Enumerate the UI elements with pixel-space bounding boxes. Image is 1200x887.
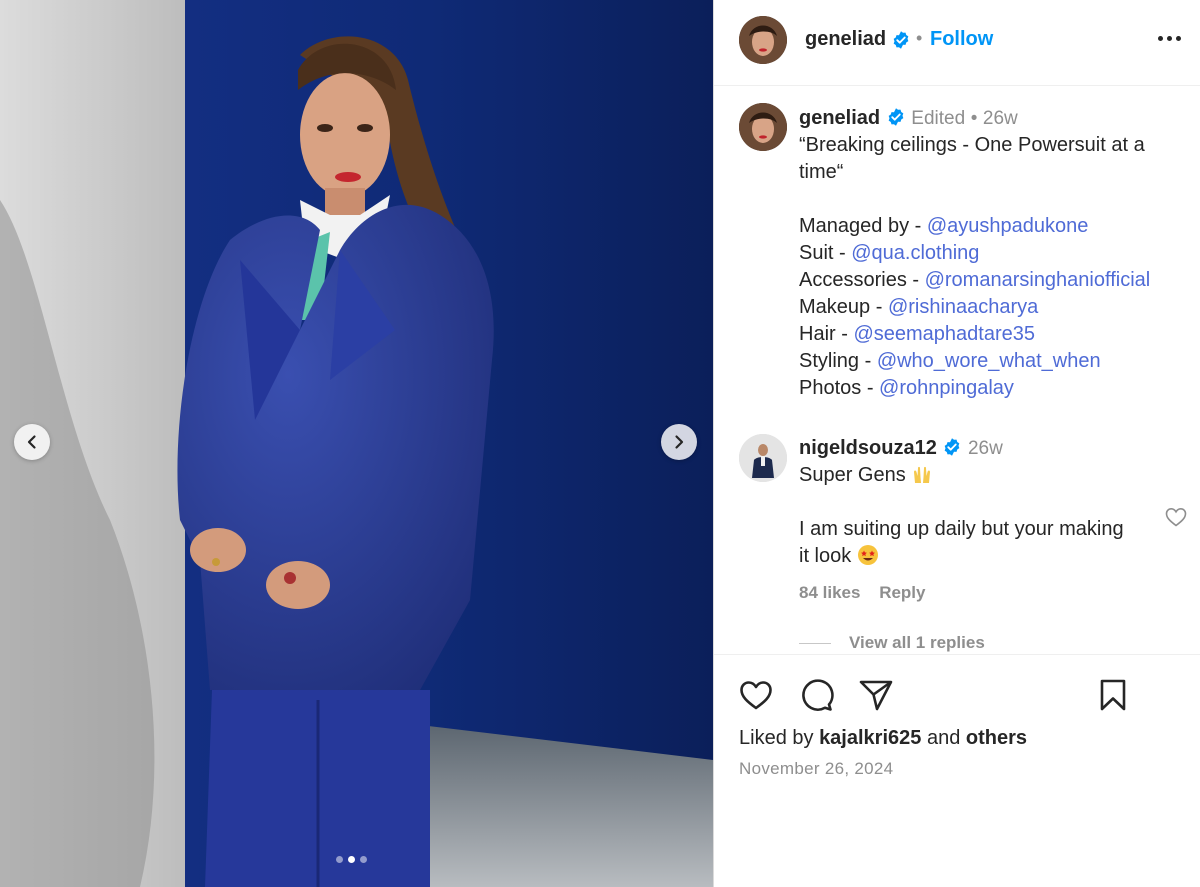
post-photo xyxy=(0,0,713,887)
post-footer: Liked by kajalkri625 and others November… xyxy=(714,654,1200,887)
view-replies-label: View all 1 replies xyxy=(849,633,985,652)
caption-credit-line: Managed by - @ayushpadukone xyxy=(799,213,1179,240)
verified-badge-icon xyxy=(945,438,960,456)
carousel-dot xyxy=(336,856,343,863)
comment-text-line: I am suiting up daily but your making xyxy=(799,518,1124,540)
verified-badge-icon xyxy=(888,108,904,126)
credit-label: Hair - xyxy=(799,323,854,345)
post-date: November 26, 2024 xyxy=(739,759,894,778)
post-caption: geneliad Edited • 26w “Breaking ceilings… xyxy=(799,105,1179,402)
credit-mention-link[interactable]: @seemaphadtare35 xyxy=(853,323,1035,345)
carousel-prev-button[interactable] xyxy=(14,424,50,460)
carousel-next-button[interactable] xyxy=(661,424,697,460)
avatar-image xyxy=(739,103,787,151)
carousel-dot xyxy=(348,856,355,863)
comment-text: it look xyxy=(799,545,852,567)
follow-button[interactable]: Follow xyxy=(930,28,993,51)
carousel-dot xyxy=(360,856,367,863)
post-sidebar: geneliad • Follow geneliad Edited • 26w … xyxy=(713,0,1200,887)
comment-text: Super Gens xyxy=(799,464,906,486)
caption-title-line: time“ xyxy=(799,161,844,183)
raised-hands-emoji-icon xyxy=(914,466,931,483)
comment-actions: 84 likes Reply xyxy=(799,583,939,603)
verified-badge-icon xyxy=(893,31,909,49)
comment-likes-count[interactable]: 84 likes xyxy=(799,583,860,602)
author-avatar[interactable] xyxy=(739,16,787,64)
credit-mention-link[interactable]: @qua.clothing xyxy=(851,242,979,264)
caption-credits: Managed by - @ayushpadukone Suit - @qua.c… xyxy=(799,213,1179,402)
credit-label: Photos - xyxy=(799,377,880,399)
comment-like-heart-icon[interactable] xyxy=(1164,505,1188,529)
chevron-left-icon xyxy=(27,435,36,449)
liked-by-user[interactable]: kajalkri625 xyxy=(819,727,921,749)
carousel-indicator xyxy=(336,856,367,863)
caption-credit-line: Styling - @who_wore_what_when xyxy=(799,348,1179,375)
credit-mention-link[interactable]: @who_wore_what_when xyxy=(877,350,1101,372)
caption-credit-line: Hair - @seemaphadtare35 xyxy=(799,321,1179,348)
post-media[interactable] xyxy=(0,0,713,887)
edited-label: Edited xyxy=(911,108,966,129)
liked-by-prefix: Liked by xyxy=(739,727,814,749)
caption-author[interactable]: geneliad xyxy=(799,107,880,129)
liked-by-and: and xyxy=(926,727,961,749)
star-struck-emoji-icon xyxy=(857,545,878,565)
comment-author[interactable]: nigeldsouza12 xyxy=(799,437,937,459)
caption-credit-line: Photos - @rohnpingalay xyxy=(799,375,1179,402)
comment-text-line: Super Gens xyxy=(799,462,1159,489)
credit-mention-link[interactable]: @ayushpadukone xyxy=(927,215,1089,237)
bookmark-icon[interactable] xyxy=(1095,677,1131,713)
commenter-avatar[interactable] xyxy=(739,434,787,482)
comments-section[interactable]: geneliad Edited • 26w “Breaking ceilings… xyxy=(714,87,1200,654)
more-options-icon[interactable] xyxy=(1158,36,1181,41)
liked-by-summary: Liked by kajalkri625 and others xyxy=(739,727,1027,750)
credit-label: Managed by - xyxy=(799,215,927,237)
separator-dot: • xyxy=(916,28,923,48)
credit-label: Styling - xyxy=(799,350,877,372)
credit-label: Makeup - xyxy=(799,296,888,318)
caption-header: geneliad Edited • 26w xyxy=(799,105,1179,132)
comment-header: nigeldsouza12 26w xyxy=(799,435,1159,462)
comment: nigeldsouza12 26w Super Gens I am suitin… xyxy=(799,435,1159,570)
liked-by-others[interactable]: others xyxy=(966,727,1027,749)
credit-mention-link[interactable]: @rohnpingalay xyxy=(879,377,1014,399)
caption-credit-line: Makeup - @rishinaacharya xyxy=(799,294,1179,321)
comment-spacer xyxy=(799,489,1159,516)
view-replies-button[interactable]: View all 1 replies xyxy=(799,633,985,653)
caption-title-line: “Breaking ceilings - One Powersuit at a xyxy=(799,134,1145,156)
author-username[interactable]: geneliad xyxy=(805,28,886,51)
separator-dot: • xyxy=(970,108,978,129)
caption-credit-line: Suit - @qua.clothing xyxy=(799,240,1179,267)
credit-mention-link[interactable]: @romanarsinghaniofficial xyxy=(925,269,1151,291)
heart-icon[interactable] xyxy=(738,677,774,713)
credit-label: Suit - xyxy=(799,242,852,264)
comment-text-line: it look xyxy=(799,543,1159,570)
comment-bubble-icon[interactable] xyxy=(798,677,834,713)
avatar-image xyxy=(739,16,787,64)
comment-age: 26w xyxy=(967,438,1003,459)
avatar-image xyxy=(739,434,787,482)
caption-age: 26w xyxy=(982,108,1018,129)
credit-label: Accessories - xyxy=(799,269,925,291)
post-header: geneliad • Follow xyxy=(714,0,1200,86)
caption-credit-line: Accessories - @romanarsinghaniofficial xyxy=(799,267,1179,294)
credit-mention-link[interactable]: @rishinaacharya xyxy=(888,296,1038,318)
replies-divider xyxy=(799,642,831,644)
comment-reply-button[interactable]: Reply xyxy=(879,583,925,602)
caption-author-avatar[interactable] xyxy=(739,103,787,151)
paper-plane-icon[interactable] xyxy=(858,677,894,713)
chevron-right-icon xyxy=(675,435,684,449)
